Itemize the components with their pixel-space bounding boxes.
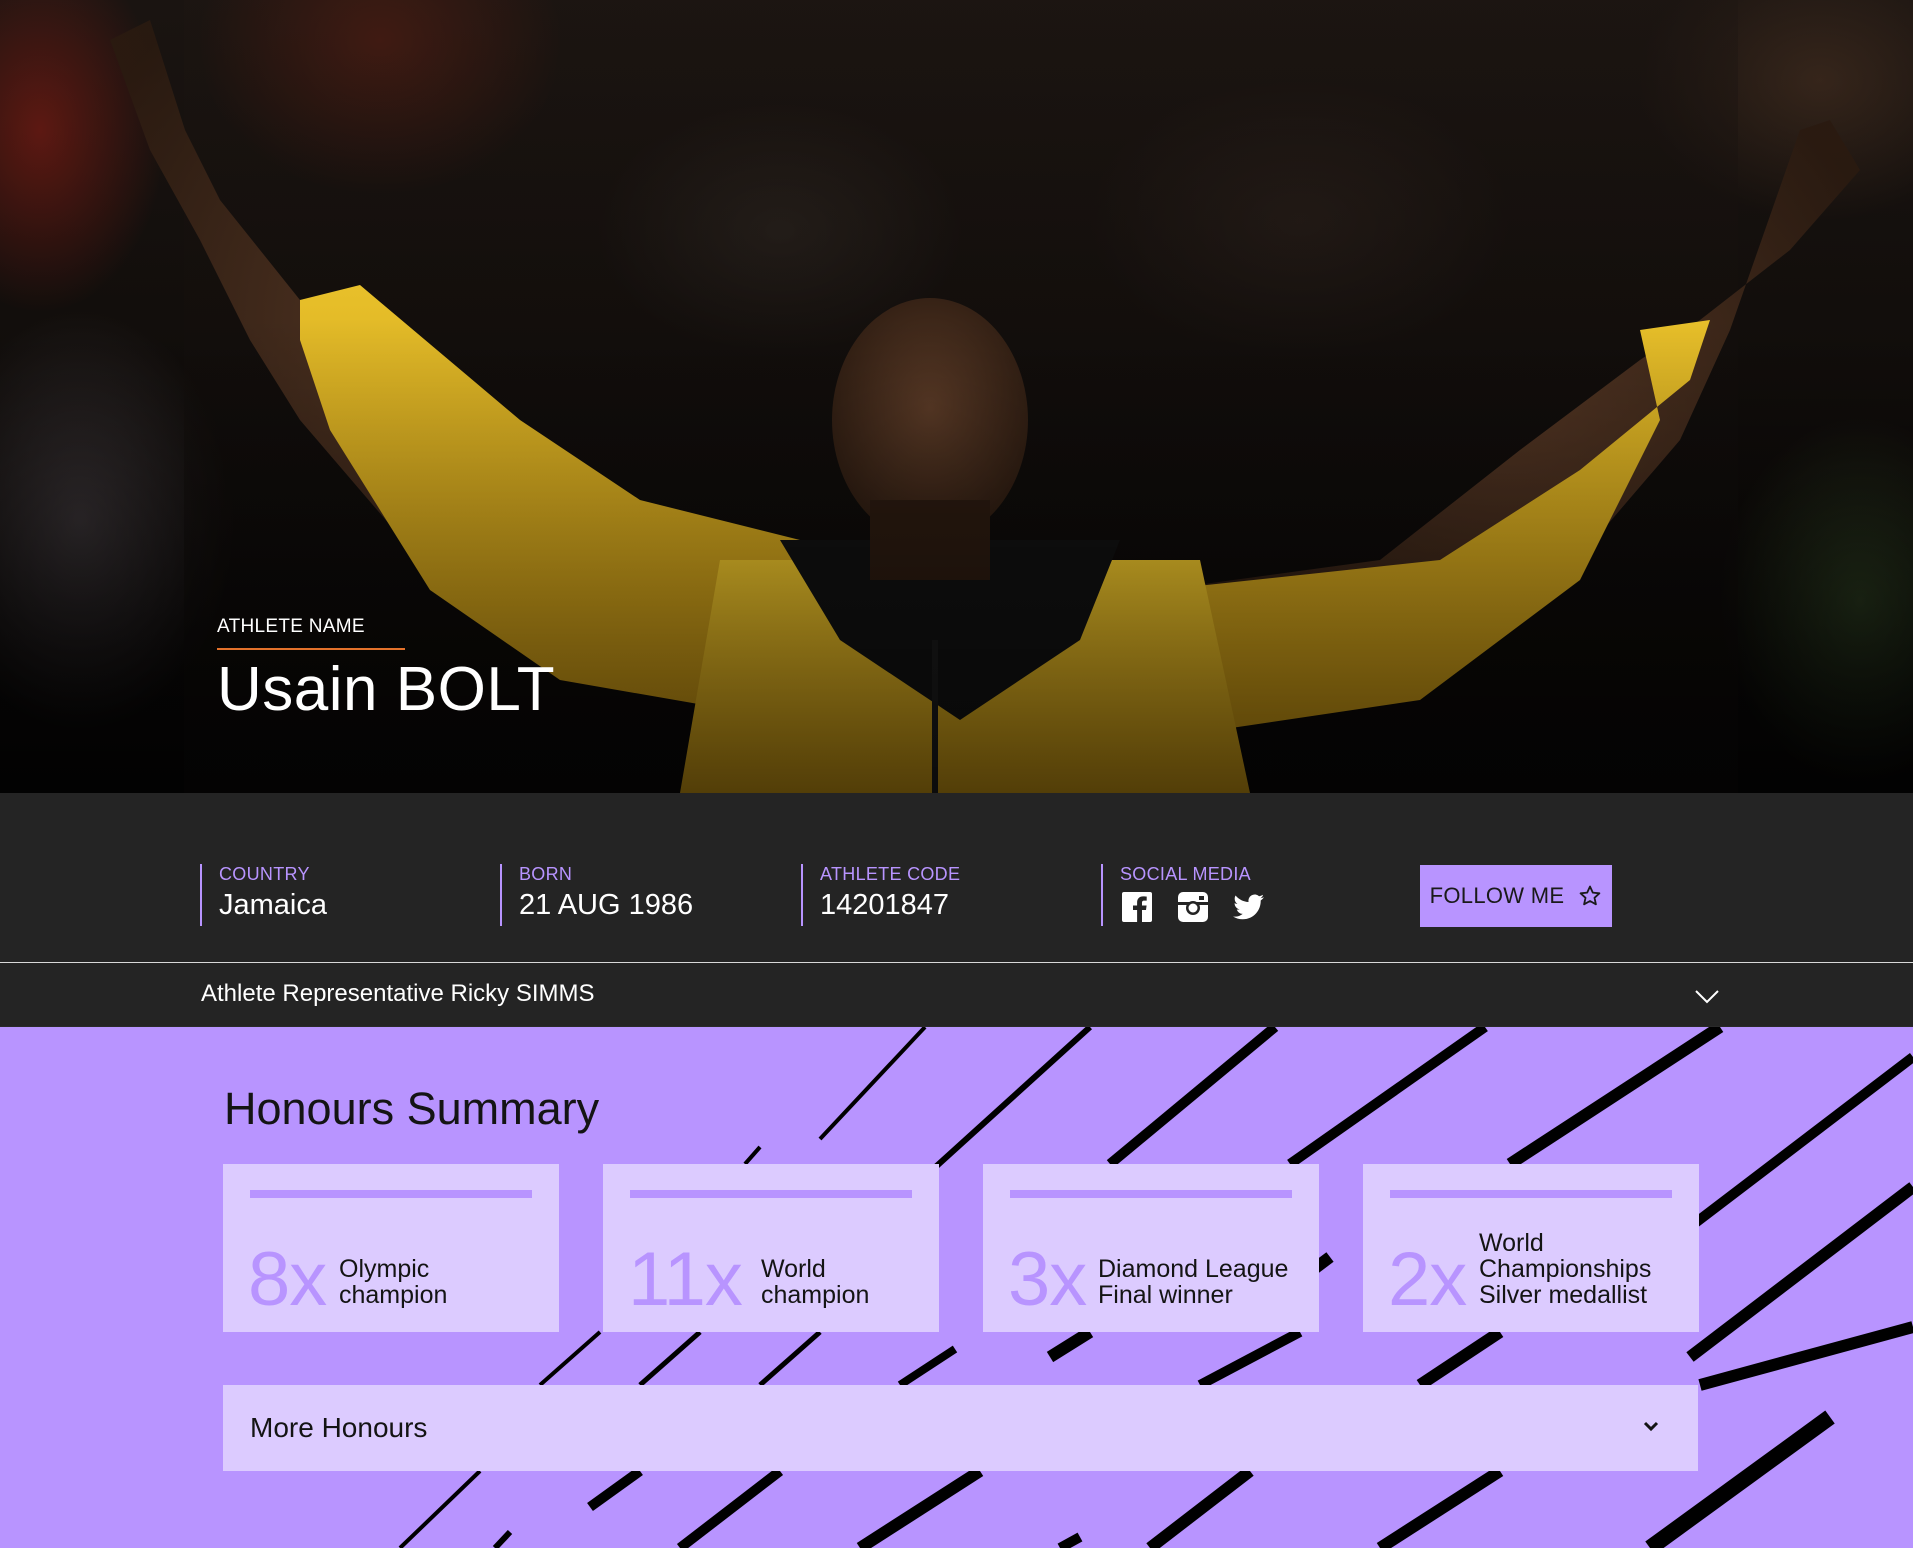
country-label: COUNTRY [219,864,310,884]
born-label: BORN [519,864,573,884]
athlete-representative-toggle[interactable]: Athlete Representative Ricky SIMMS [0,962,1913,1027]
honour-description: Olympic champion [339,1256,447,1308]
honour-count: 2x [1388,1237,1467,1322]
country-value: Jamaica [219,889,327,921]
honour-line: Championships [1479,1255,1652,1283]
honour-line: World [761,1255,826,1283]
honours-summary-title: Honours Summary [224,1083,600,1134]
honour-card: 2x World Championships Silver medallist [1363,1164,1699,1332]
social-media-label: SOCIAL MEDIA [1120,864,1251,884]
honour-description: World Championships Silver medallist [1479,1230,1651,1308]
honour-count: 8x [248,1237,327,1322]
honour-line: Silver medallist [1479,1281,1648,1309]
follow-me-label: FOLLOW ME [1429,883,1565,908]
honour-card: 11x World champion [603,1164,939,1332]
instagram-icon[interactable] [1176,891,1210,923]
facebook-icon[interactable] [1120,891,1154,923]
honours-summary-section: Honours Summary 8x Olympic champion 11x … [0,1027,1913,1548]
athlete-name: Usain BOLT [217,655,556,724]
social-icons [1120,891,1266,923]
honour-line: Final winner [1098,1281,1233,1309]
card-accent-bar [1010,1190,1292,1198]
honour-line: Olympic [339,1255,430,1283]
chevron-down-icon[interactable] [1694,983,1720,1009]
athlete-code-value: 14201847 [820,889,950,921]
honour-line: champion [339,1281,448,1309]
honour-card: 3x Diamond League Final winner [983,1164,1319,1332]
label-underline [217,648,405,650]
star-icon [1580,885,1601,906]
honour-line: Diamond League [1098,1255,1289,1283]
honour-card: 8x Olympic champion [223,1164,559,1332]
honour-description: World champion [761,1256,869,1308]
country-info: COUNTRY Jamaica [200,864,327,926]
athlete-code-info: ATHLETE CODE 14201847 [801,864,960,926]
card-accent-bar [250,1190,532,1198]
honour-line: World [1479,1229,1544,1257]
chevron-down-icon[interactable] [1640,1415,1662,1437]
honour-count: 11x [628,1237,743,1322]
honour-description: Diamond League Final winner [1098,1256,1288,1308]
athlete-name-label: ATHLETE NAME [217,616,365,637]
born-value: 21 AUG 1986 [519,889,694,921]
follow-me-button[interactable]: FOLLOW ME [1420,865,1612,927]
athlete-info-bar: COUNTRY Jamaica BORN 21 AUG 1986 ATHLETE… [0,793,1913,962]
hero-banner: ATHLETE NAME Usain BOLT [0,0,1913,793]
honour-line: champion [761,1281,870,1309]
social-media-info: SOCIAL MEDIA [1101,864,1266,926]
born-info: BORN 21 AUG 1986 [500,864,693,926]
twitter-icon[interactable] [1232,891,1266,923]
honour-count: 3x [1008,1237,1087,1322]
athlete-representative-text: Athlete Representative Ricky SIMMS [201,980,595,1007]
athlete-code-label: ATHLETE CODE [820,864,961,884]
hero-caption: ATHLETE NAME Usain BOLT [217,616,555,725]
more-honours-toggle[interactable]: More Honours [223,1385,1698,1471]
card-accent-bar [1390,1190,1672,1198]
more-honours-label: More Honours [250,1412,428,1443]
card-accent-bar [630,1190,912,1198]
